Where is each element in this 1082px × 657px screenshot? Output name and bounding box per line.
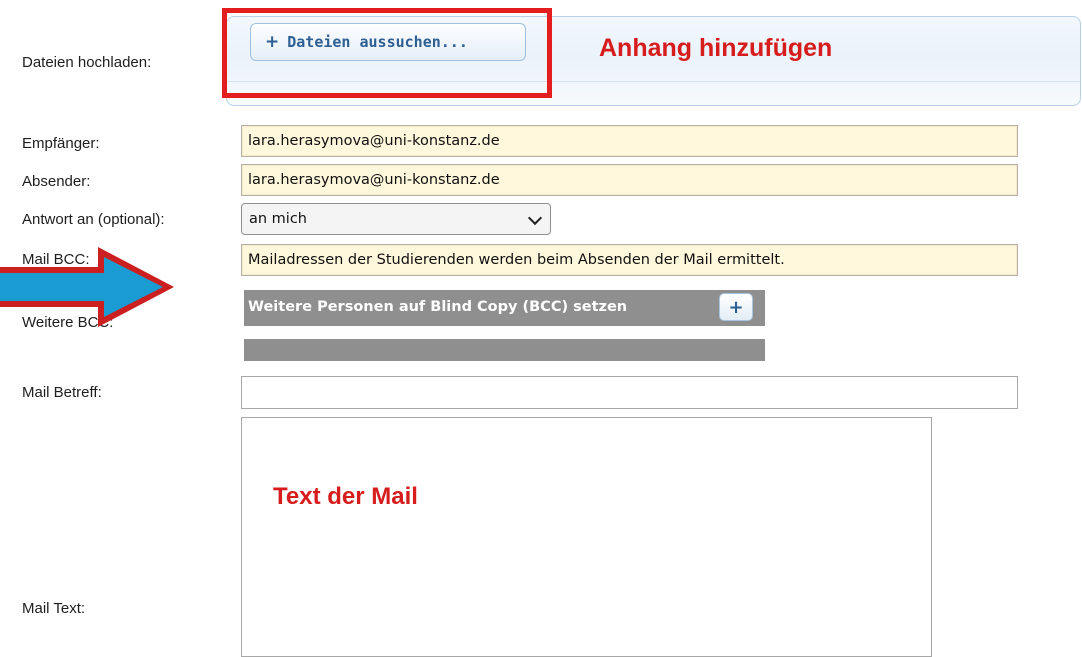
more-bcc-bar: Weitere Personen auf Blind Copy (BCC) se… xyxy=(244,290,765,326)
sender-field[interactable]: lara.herasymova@uni-konstanz.de xyxy=(241,164,1018,196)
reply-to-select[interactable]: an mich xyxy=(241,203,551,235)
mail-text-area[interactable] xyxy=(241,417,932,657)
bcc-value: Mailadressen der Studierenden werden bei… xyxy=(248,252,785,268)
right-arrow-icon xyxy=(0,247,174,327)
body-label: Mail Text: xyxy=(22,600,86,617)
more-bcc-list xyxy=(244,339,765,361)
plus-icon: + xyxy=(728,296,744,318)
chevron-down-icon xyxy=(527,210,543,226)
recipient-label: Empfänger: xyxy=(22,135,100,152)
attachment-annotation: Anhang hinzufügen xyxy=(599,34,833,62)
upload-label: Dateien hochladen: xyxy=(22,54,152,71)
reply-to-selected: an mich xyxy=(249,211,307,227)
sender-label: Absender: xyxy=(22,173,91,190)
sender-value: lara.herasymova@uni-konstanz.de xyxy=(248,172,500,188)
subject-input[interactable] xyxy=(241,376,1018,409)
add-bcc-button[interactable]: + xyxy=(719,293,753,321)
bcc-field[interactable]: Mailadressen der Studierenden werden bei… xyxy=(241,244,1018,276)
recipient-value: lara.herasymova@uni-konstanz.de xyxy=(248,133,500,149)
highlight-box xyxy=(222,8,552,98)
mail-text-annotation: Text der Mail xyxy=(273,483,418,510)
more-bcc-button-label: Weitere Personen auf Blind Copy (BCC) se… xyxy=(248,299,628,315)
recipient-field[interactable]: lara.herasymova@uni-konstanz.de xyxy=(241,125,1018,157)
subject-label: Mail Betreff: xyxy=(22,384,102,401)
reply-to-label: Antwort an (optional): xyxy=(22,211,165,228)
